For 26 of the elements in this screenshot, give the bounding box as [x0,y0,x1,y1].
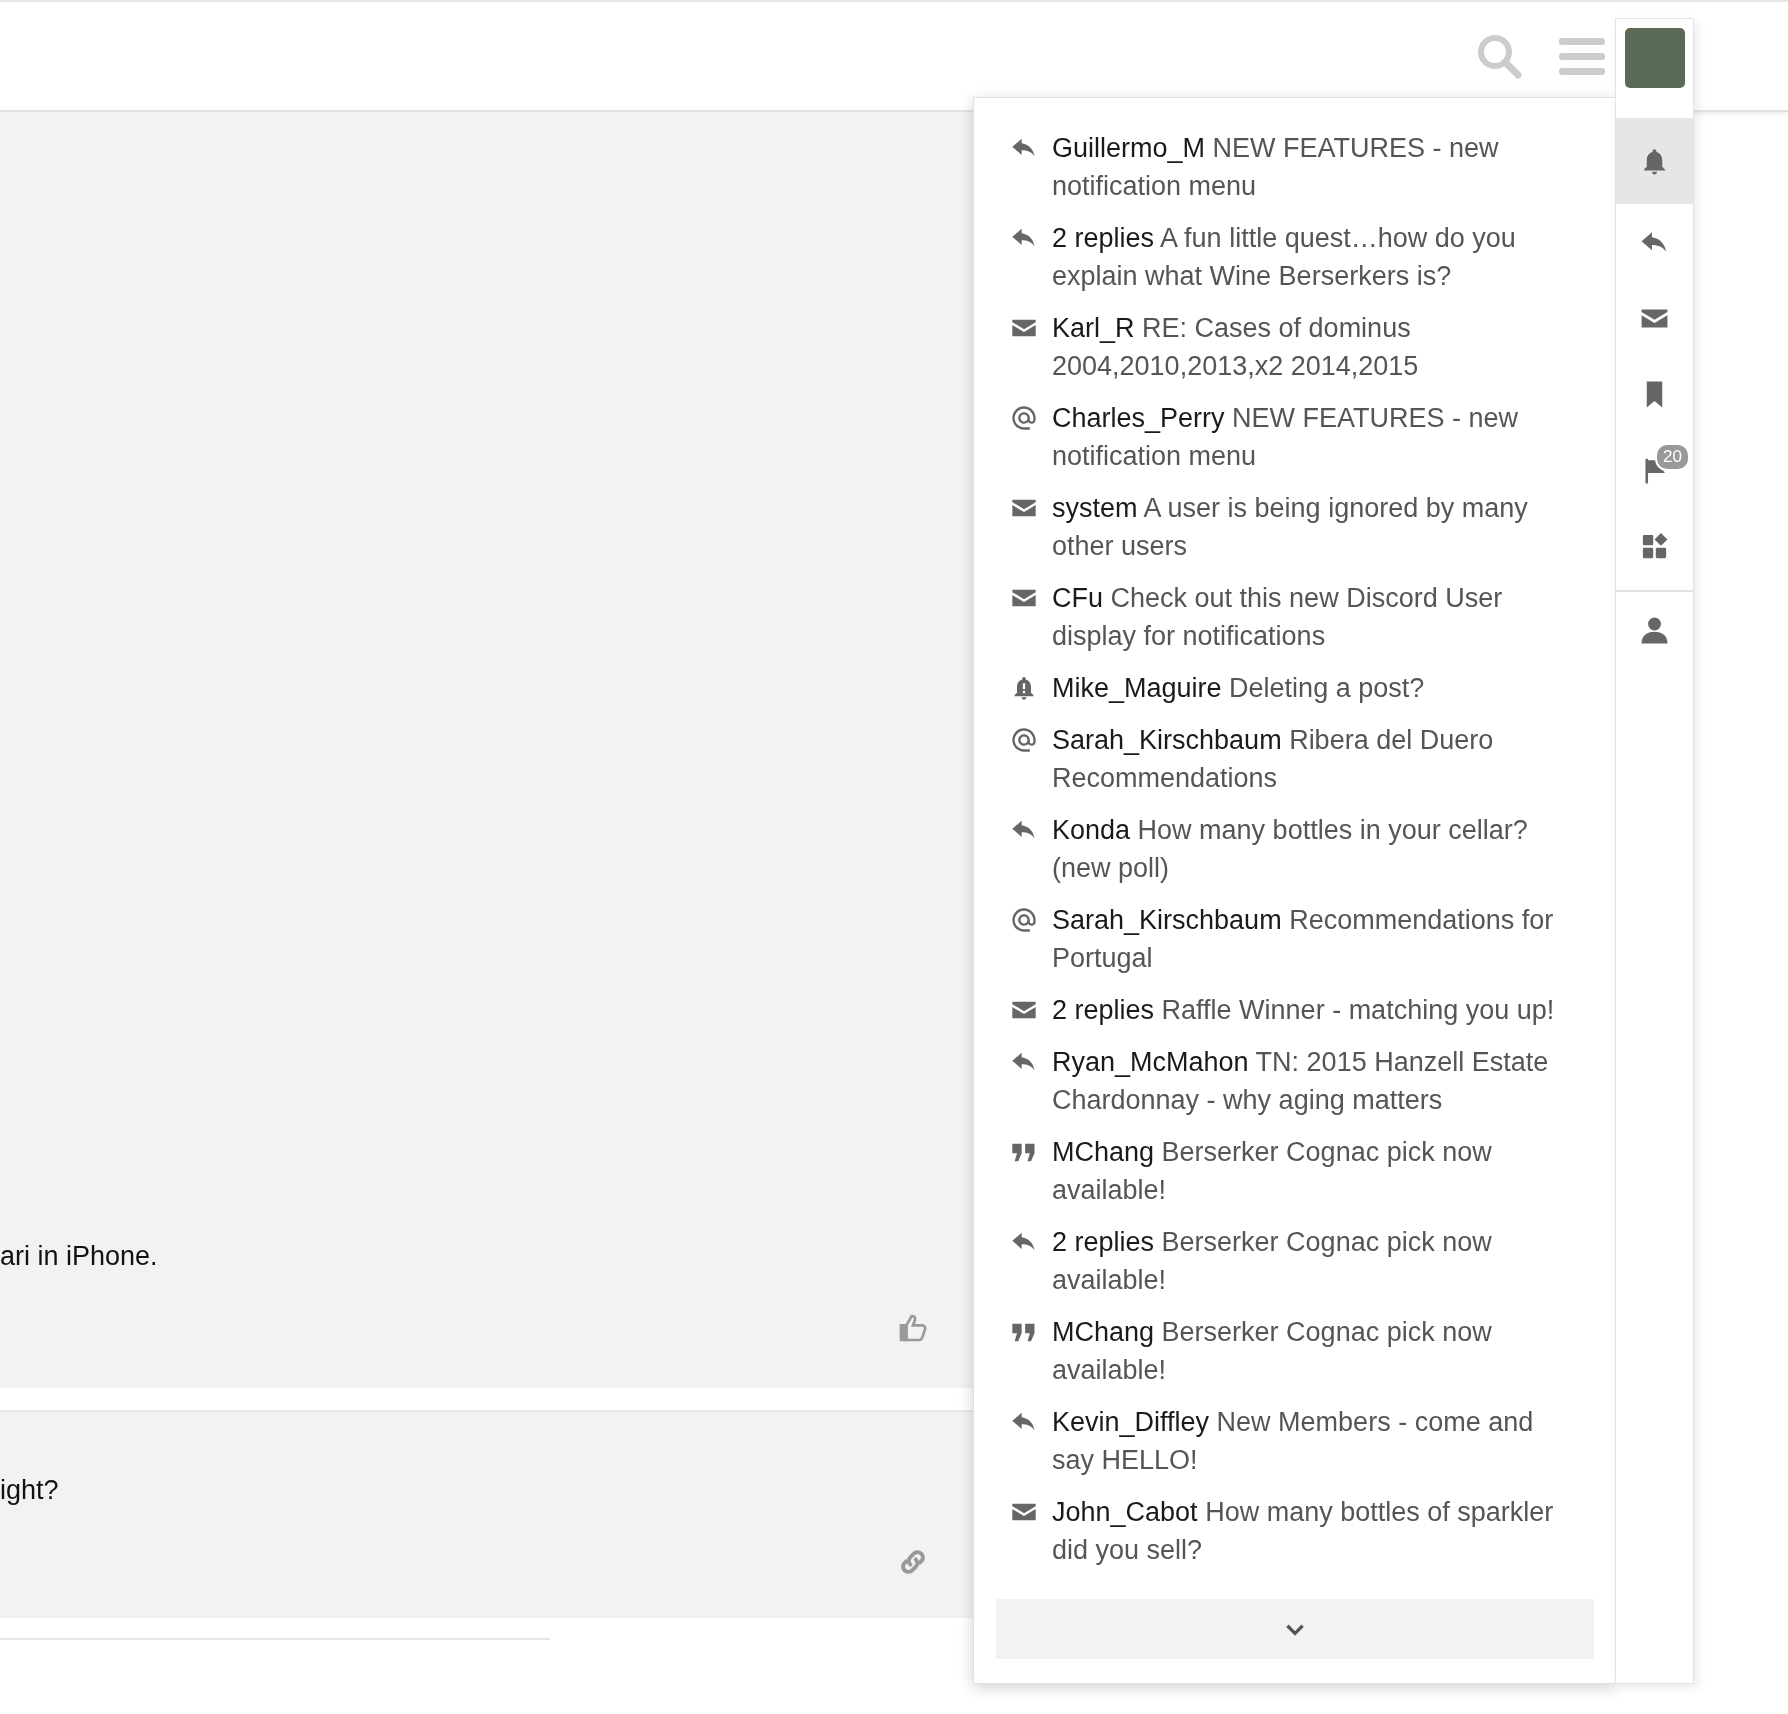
notification-item[interactable]: 2 replies Berserker Cognac pick now available! [1010,1216,1595,1306]
notification-item[interactable]: Kevin_Diffley New Members - come and say HELLO! [1010,1396,1595,1486]
at-sign-icon [1010,404,1038,432]
at-sign-icon [1010,906,1038,934]
notification-item[interactable]: John_Cabot How many bottles of sparkler did you sell? [1010,1486,1595,1576]
bell-tab[interactable] [1616,118,1693,204]
notification-item[interactable]: Charles_Perry NEW FEATURES - new notification menu [1010,392,1595,482]
notification-item[interactable]: Ryan_McMahon TN: 2015 Hanzell Estate Chardonnay - why aging matters [1010,1036,1595,1126]
notification-item[interactable]: MChang Berserker Cognac pick now available! [1010,1306,1595,1396]
notification-item[interactable]: Konda How many bottles in your cellar? (new poll) [1010,804,1595,894]
notification-item[interactable]: 2 replies A fun little quest…how do you explain what Wine Berserkers is? [1010,212,1595,302]
count-badge: 20 [1655,443,1690,471]
avatar-photo-placeholder[interactable] [1624,28,1685,88]
notification-item[interactable]: system A user is being ignored by many other users [1010,482,1595,572]
notification-item[interactable]: 2 replies Raffle Winner - matching you up! [1010,984,1595,1036]
notification-item[interactable]: Sarah_Kirschbaum Ribera del Duero Recommendations [1010,714,1595,804]
thumbs-up-icon [897,1312,929,1344]
post-text: ari in iPhone. [0,1240,159,1273]
notification-item[interactable]: CFu Check out this new Discord User display for notifications [1010,572,1595,662]
notification-item[interactable]: MChang Berserker Cognac pick now available! [1010,1126,1595,1216]
notification-item[interactable]: Karl_R RE: Cases of dominus 2004,2010,2013,x2 2014,2015 [1010,302,1595,392]
at-sign-icon [1010,726,1038,754]
post-text: ight? [0,1474,60,1507]
notification-item[interactable]: Mike_Maguire Deleting a post? [1010,662,1595,714]
notification-item[interactable]: Guillermo_M NEW FEATURES - new notification menu [1010,122,1595,212]
notification-item[interactable]: Sarah_Kirschbaum Recommendations for Portugal [1010,894,1595,984]
